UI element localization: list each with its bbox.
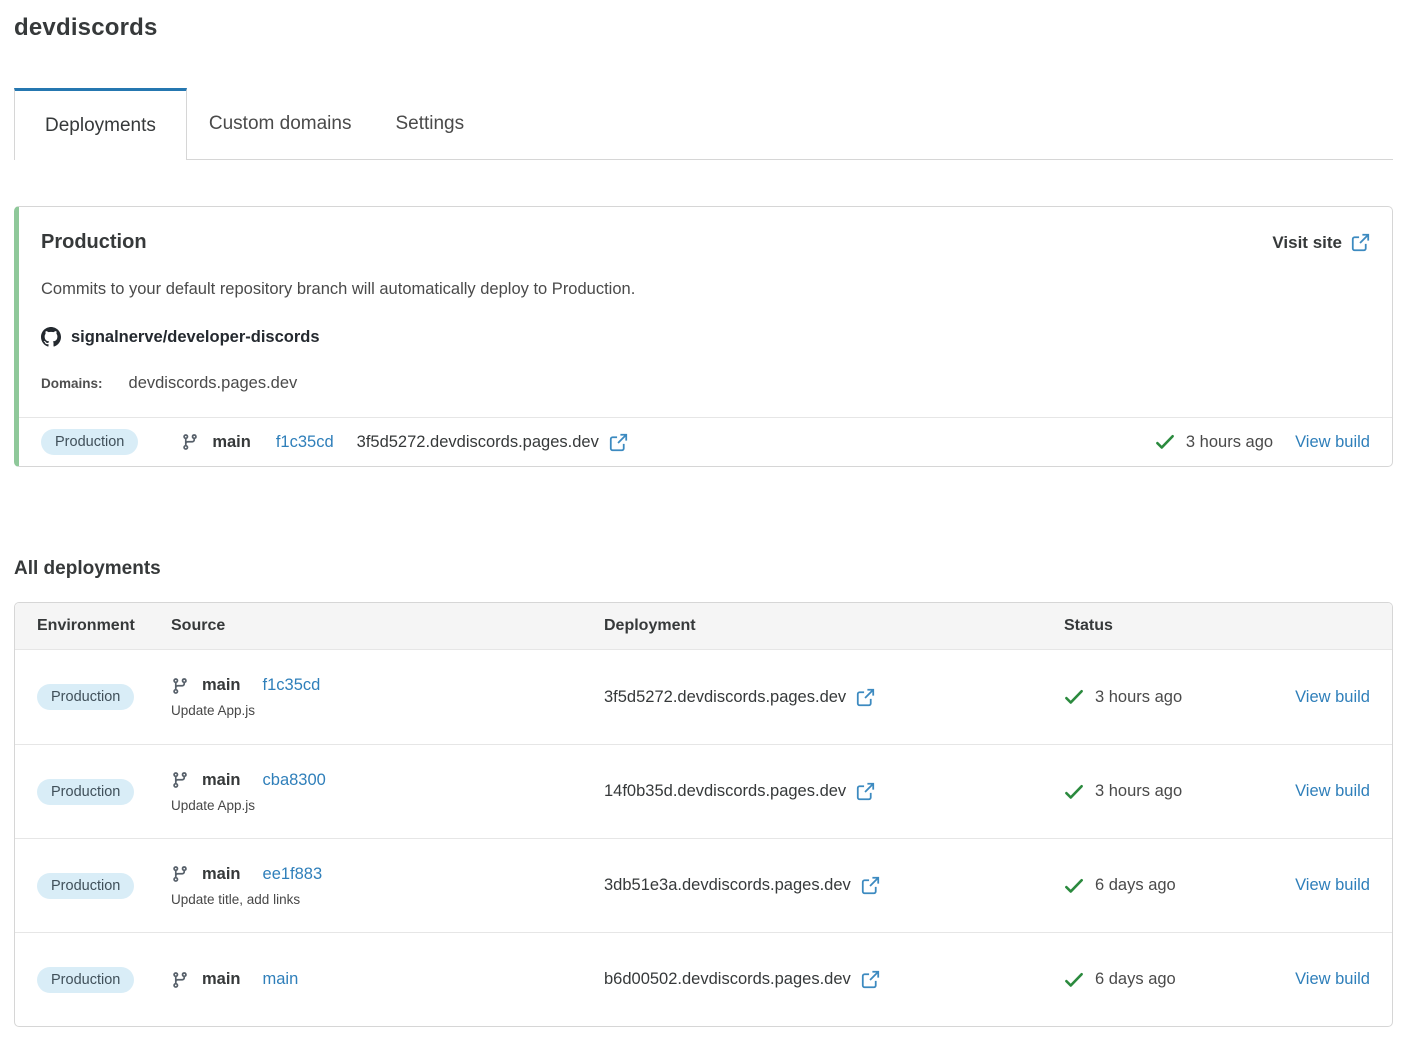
- view-build-link[interactable]: View build: [1295, 688, 1370, 706]
- branch-name: main: [202, 676, 241, 695]
- environment-badge: Production: [41, 429, 138, 455]
- success-check-icon: [1064, 782, 1084, 802]
- visit-site-label: Visit site: [1272, 233, 1342, 253]
- status-time: 3 hours ago: [1095, 688, 1182, 707]
- tab-deployments[interactable]: Deployments: [14, 88, 187, 160]
- deployment-url: 14f0b35d.devdiscords.pages.dev: [604, 782, 846, 801]
- tab-bar: Deployments Custom domains Settings: [14, 88, 1393, 160]
- view-build-link[interactable]: View build: [1295, 970, 1370, 988]
- production-card: Production Visit site Commits to your de…: [14, 206, 1393, 467]
- environment-badge: Production: [37, 873, 134, 899]
- external-link-icon[interactable]: [861, 970, 880, 989]
- table-row: Production main cba8300 Update App.js 14…: [15, 744, 1392, 838]
- view-build-link[interactable]: View build: [1295, 433, 1370, 452]
- success-check-icon: [1064, 970, 1084, 990]
- column-header-status: Status: [1064, 617, 1283, 635]
- commit-link[interactable]: f1c35cd: [276, 433, 334, 452]
- environment-badge: Production: [37, 684, 134, 710]
- github-icon: [41, 327, 61, 347]
- commit-link[interactable]: f1c35cd: [263, 676, 321, 695]
- deployment-url: b6d00502.devdiscords.pages.dev: [604, 970, 851, 989]
- branch-name: main: [202, 865, 241, 884]
- table-header-row: Environment Source Deployment Status: [15, 603, 1392, 650]
- commit-link[interactable]: cba8300: [263, 771, 326, 790]
- view-build-link[interactable]: View build: [1295, 876, 1370, 894]
- branch-name: main: [212, 433, 251, 452]
- tab-custom-domains-label: Custom domains: [209, 113, 352, 135]
- table-row: Production main f1c35cd Update App.js 3f…: [15, 650, 1392, 744]
- table-row: Production main ee1f883 Update title, ad…: [15, 838, 1392, 932]
- external-link-icon[interactable]: [609, 433, 628, 452]
- deployments-table: Environment Source Deployment Status Pro…: [14, 602, 1393, 1027]
- git-branch-icon: [171, 771, 189, 789]
- external-link-icon[interactable]: [856, 688, 875, 707]
- commit-message: Update App.js: [171, 703, 604, 718]
- git-branch-icon: [171, 971, 189, 989]
- production-card-title: Production: [41, 231, 147, 254]
- commit-link[interactable]: ee1f883: [263, 865, 323, 884]
- table-row: Production main main b6d00502.devdiscord…: [15, 932, 1392, 1026]
- git-branch-icon: [171, 677, 189, 695]
- git-branch-icon: [181, 433, 199, 451]
- domains-value: devdiscords.pages.dev: [129, 374, 298, 393]
- view-build-link[interactable]: View build: [1295, 782, 1370, 800]
- commit-link[interactable]: main: [263, 970, 299, 989]
- column-header-environment: Environment: [37, 617, 171, 635]
- external-link-icon[interactable]: [856, 782, 875, 801]
- status-time: 6 days ago: [1095, 876, 1176, 895]
- external-link-icon: [1351, 233, 1370, 252]
- domains-label: Domains:: [41, 376, 103, 391]
- success-check-icon: [1064, 876, 1084, 896]
- branch-name: main: [202, 970, 241, 989]
- pages-project-page: devdiscords Deployments Custom domains S…: [0, 0, 1413, 1027]
- page-title: devdiscords: [14, 14, 1393, 42]
- status-time: 3 hours ago: [1095, 782, 1182, 801]
- deployment-url: 3f5d5272.devdiscords.pages.dev: [357, 433, 599, 452]
- commit-message: Update title, add links: [171, 892, 604, 907]
- status-time: 3 hours ago: [1186, 433, 1273, 452]
- tab-settings[interactable]: Settings: [373, 88, 486, 159]
- environment-badge: Production: [37, 967, 134, 993]
- all-deployments-title: All deployments: [14, 558, 1393, 580]
- external-link-icon[interactable]: [861, 876, 880, 895]
- production-deployment-row: Production main f1c35cd 3f5d5272.devdisc…: [19, 417, 1392, 466]
- success-check-icon: [1155, 432, 1175, 452]
- tab-deployments-label: Deployments: [45, 115, 156, 137]
- column-header-source: Source: [171, 617, 604, 635]
- deployment-url: 3db51e3a.devdiscords.pages.dev: [604, 876, 851, 895]
- column-header-deployment: Deployment: [604, 617, 1064, 635]
- tab-custom-domains[interactable]: Custom domains: [187, 88, 374, 159]
- environment-badge: Production: [37, 779, 134, 805]
- repo-name[interactable]: signalnerve/developer-discords: [71, 328, 320, 347]
- success-check-icon: [1064, 687, 1084, 707]
- branch-name: main: [202, 771, 241, 790]
- git-branch-icon: [171, 865, 189, 883]
- commit-message: Update App.js: [171, 798, 604, 813]
- visit-site-link[interactable]: Visit site: [1272, 233, 1370, 253]
- production-description: Commits to your default repository branc…: [19, 254, 1392, 299]
- deployment-url: 3f5d5272.devdiscords.pages.dev: [604, 688, 846, 707]
- status-time: 6 days ago: [1095, 970, 1176, 989]
- tab-settings-label: Settings: [395, 113, 464, 135]
